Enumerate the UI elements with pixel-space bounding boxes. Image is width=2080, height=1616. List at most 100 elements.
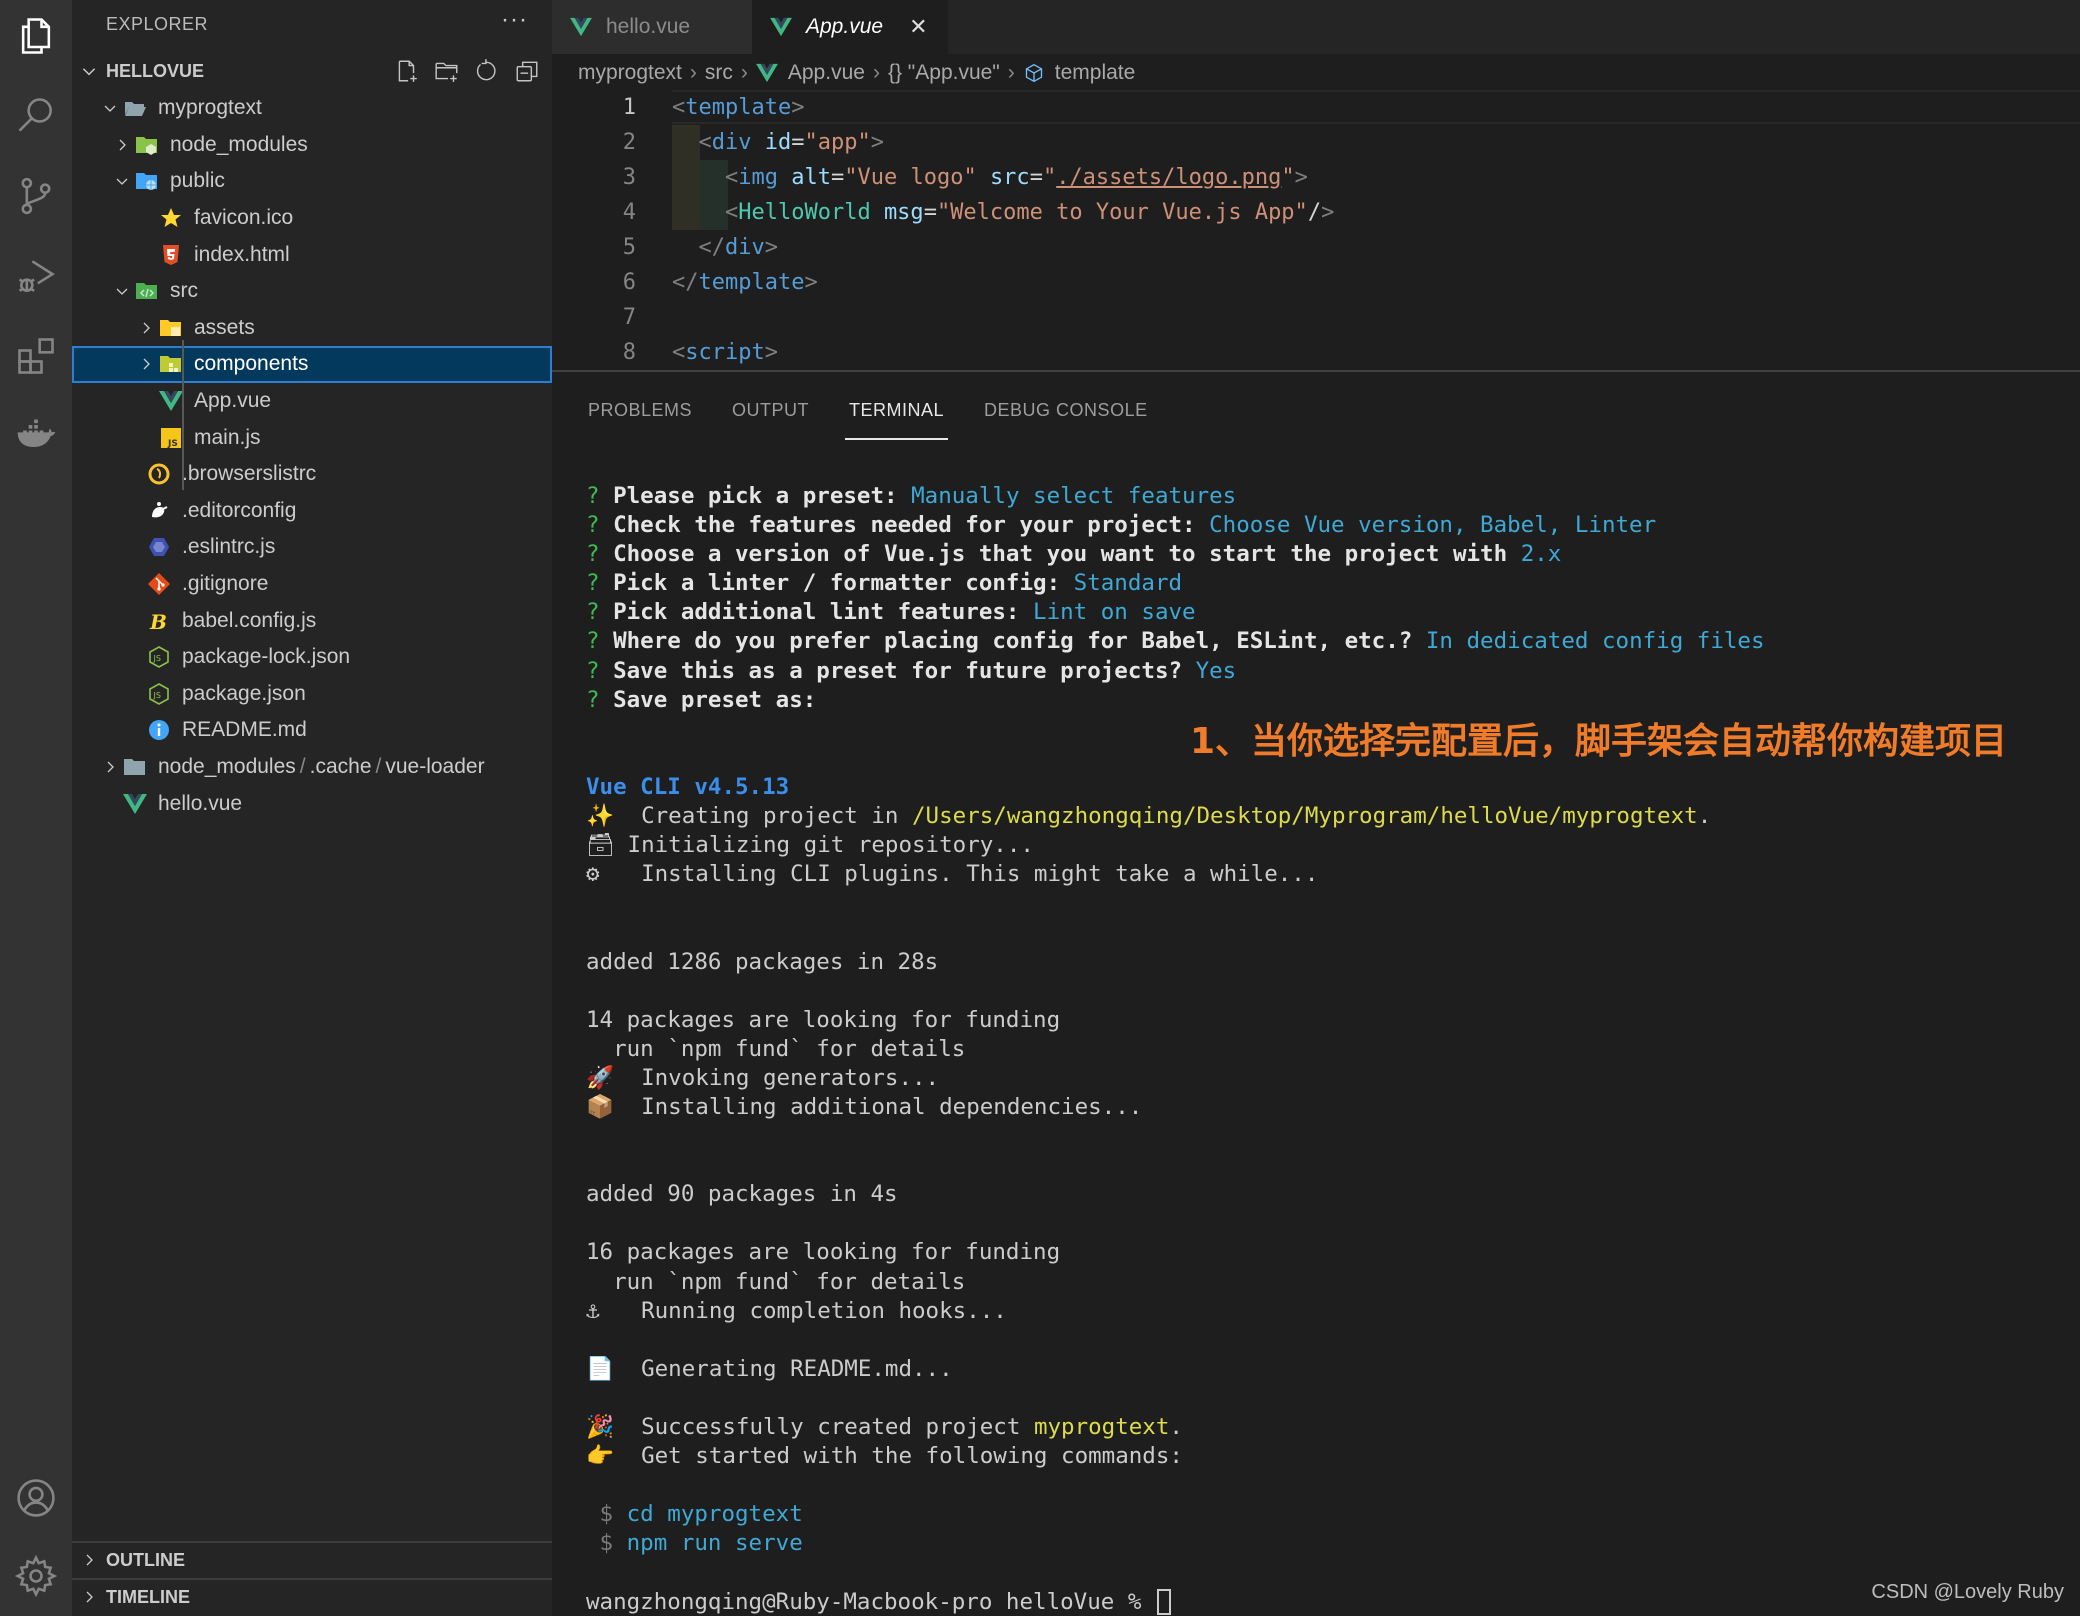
timeline-section[interactable]: TIMELINE <box>72 1578 552 1614</box>
breadcrumb-item[interactable]: {} "App.vue" <box>888 61 1000 85</box>
new-folder-icon[interactable] <box>434 58 460 84</box>
activity-extensions[interactable] <box>0 320 72 392</box>
annotation-text: 1、当你选择完配置后，脚手架会自动帮你构建项目 <box>1190 721 2008 762</box>
breadcrumb-item[interactable]: template <box>1055 61 1136 85</box>
watermark: CSDN @Lovely Ruby <box>1871 1581 2064 1603</box>
new-file-icon[interactable] <box>394 58 420 84</box>
init-git-line: 🗃 Initializing git repository... <box>586 831 1765 860</box>
breadcrumb-item[interactable]: myprogtext <box>578 61 682 85</box>
code-line[interactable]: 4 <HelloWorld msg="Welcome to Your Vue.j… <box>552 195 1335 230</box>
chevron-right-icon <box>72 1552 106 1568</box>
install-plugins-line: ⚙ Installing CLI plugins. This might tak… <box>586 860 1765 889</box>
close-icon[interactable]: ✕ <box>909 14 927 40</box>
workspace-header[interactable]: HELLOVUE <box>72 53 552 89</box>
vue-icon <box>122 791 148 817</box>
activity-explorer[interactable] <box>0 0 72 72</box>
activity-source-control[interactable] <box>0 160 72 232</box>
chevron-right-icon <box>98 759 122 775</box>
activity-manage[interactable] <box>0 1540 72 1612</box>
svg-text:JS: JS <box>153 654 161 663</box>
file-tree: myprogtext node_modules public favicon.i… <box>72 90 552 822</box>
account-icon <box>17 1479 55 1517</box>
explorer-title: EXPLORER <box>106 14 209 34</box>
src-folder-icon <box>134 278 160 304</box>
tree-item-label: src <box>170 279 198 303</box>
tab-hello-vue[interactable]: hello.vue <box>552 0 752 54</box>
search-icon <box>18 98 52 132</box>
outline-section[interactable]: OUTLINE <box>72 1541 552 1577</box>
tree-item-node-modules-cache-vue-loader[interactable]: node_modules / .cache / vue-loader <box>72 749 552 786</box>
code-line[interactable]: 1 <template> <box>552 90 805 125</box>
tab-output[interactable]: OUTPUT <box>732 390 809 430</box>
collapse-all-icon[interactable] <box>514 58 540 84</box>
code-token: </ <box>698 235 726 260</box>
refresh-icon[interactable] <box>474 58 500 84</box>
tree-item-editorconfig[interactable]: .editorconfig <box>72 493 552 530</box>
tree-item-package-json[interactable]: JS package.json <box>72 676 552 713</box>
tree-item-gitignore[interactable]: .gitignore <box>72 566 552 603</box>
activity-run-debug[interactable] <box>0 240 72 312</box>
tree-item-readme[interactable]: README.md <box>72 712 552 749</box>
terminal-cursor <box>1156 1589 1171 1616</box>
prompt-answer: Manually select features <box>911 483 1237 509</box>
tree-item-public[interactable]: public <box>72 163 552 200</box>
code-line[interactable]: 5 </div> <box>552 230 778 265</box>
code-token: = <box>923 200 937 225</box>
code-line[interactable]: 3 <img alt="Vue logo" src="./assets/logo… <box>552 160 1308 195</box>
sparkles-icon: ✨ <box>586 803 615 830</box>
terminal-output[interactable]: ? Please pick a preset: Manually select … <box>586 482 1765 1616</box>
tree-item-myprogtext[interactable]: myprogtext <box>72 90 552 127</box>
tree-item-label: hello.vue <box>158 791 243 815</box>
tree-item-node-modules[interactable]: node_modules <box>72 127 552 164</box>
code-editor[interactable]: 1 <template> 2 <div id="app"> 3 <img alt="V… <box>552 90 2080 370</box>
compact-folder-segment[interactable]: .cache <box>310 755 372 779</box>
line-text: Installing CLI plugins. This might take … <box>614 861 1319 888</box>
tab-terminal[interactable]: TERMINAL <box>845 390 949 440</box>
tab-app-vue[interactable]: App.vue ✕ <box>752 0 948 54</box>
activity-accounts[interactable] <box>0 1462 72 1534</box>
tree-item-app-vue[interactable]: App.vue <box>72 383 552 420</box>
tab-problems[interactable]: PROBLEMS <box>588 390 692 430</box>
more-actions-button[interactable]: ··· <box>501 6 528 34</box>
compact-folder-segment[interactable]: vue-loader <box>385 755 484 779</box>
dollar-prompt: $ <box>586 1501 627 1528</box>
cli-prompt-line: ? Where do you prefer placing config for… <box>586 627 1765 656</box>
info-icon <box>146 717 172 743</box>
tree-item-hello-vue[interactable]: hello.vue <box>72 785 552 822</box>
breadcrumb-item[interactable]: App.vue <box>788 61 865 85</box>
code-line[interactable]: 2 <div id="app"> <box>552 125 884 160</box>
tree-item-assets[interactable]: assets <box>72 310 552 347</box>
vue-icon <box>158 388 184 414</box>
nodejs-icon: JS <box>146 681 172 707</box>
added-packages-line: added 90 packages in 4s <box>586 1181 898 1208</box>
code-token: " <box>1042 165 1057 190</box>
prompt-answer: 2.x <box>1520 541 1562 568</box>
tree-item-package-lock[interactable]: JS package-lock.json <box>72 639 552 676</box>
activity-search[interactable] <box>0 80 72 152</box>
line-text: Generating README.md... <box>614 1355 953 1382</box>
tree-item-index-html[interactable]: index.html <box>72 236 552 273</box>
breadcrumb-item[interactable]: src <box>705 61 733 85</box>
svg-text:JS: JS <box>167 439 178 449</box>
tree-item-browserslistrc[interactable]: .browserslistrc <box>72 456 552 493</box>
tree-item-main-js[interactable]: JS main.js <box>72 419 552 456</box>
compact-folder-segment[interactable]: node_modules <box>158 755 296 779</box>
tree-item-components[interactable]: components <box>72 346 552 383</box>
activity-docker[interactable] <box>0 400 72 472</box>
tree-item-babel-config[interactable]: B babel.config.js <box>72 602 552 639</box>
chevron-right-icon <box>134 356 158 372</box>
code-line[interactable]: 7 <box>552 300 636 335</box>
tree-item-favicon[interactable]: favicon.ico <box>72 200 552 237</box>
tree-item-src[interactable]: src <box>72 273 552 310</box>
code-line[interactable]: 6 </template> <box>552 265 818 300</box>
code-line[interactable]: 8 <script> <box>552 335 778 370</box>
tab-debug-console[interactable]: DEBUG CONSOLE <box>984 390 1148 430</box>
shell-prompt-line[interactable]: wangzhongqing@Ruby-Macbook-pro helloVue … <box>586 1588 1765 1616</box>
tree-item-eslintrc[interactable]: .eslintrc.js <box>72 529 552 566</box>
